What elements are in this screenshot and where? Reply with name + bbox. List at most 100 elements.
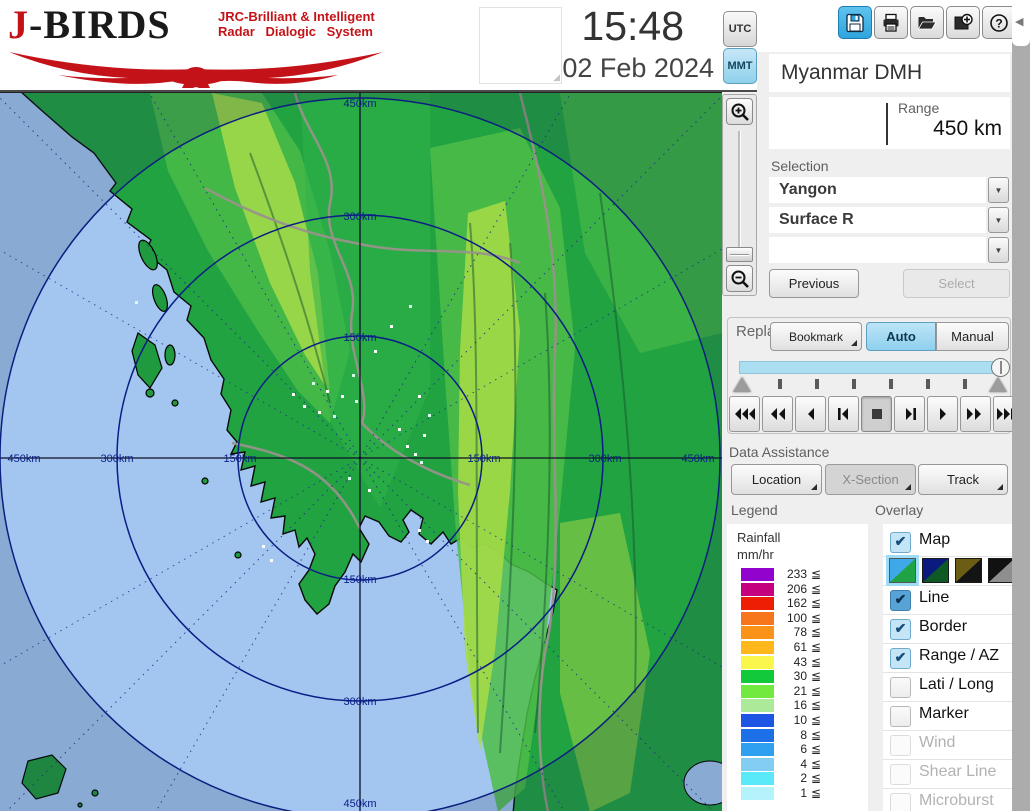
rain-echo bbox=[418, 529, 421, 532]
overlay-row-lati-long: Lati / Long bbox=[883, 673, 1012, 702]
chevron-down-icon: ▼ bbox=[995, 186, 1003, 195]
replay-range-end-marker[interactable] bbox=[989, 377, 1007, 392]
zoom-in-icon bbox=[730, 102, 750, 122]
jbirds-application: J-BIRDS JRC-Brilliant & Intelligent Rada… bbox=[0, 0, 1030, 811]
range-ring-label: 150km bbox=[223, 453, 256, 465]
legend-label: Legend bbox=[731, 502, 778, 518]
legend-value: 100 bbox=[773, 611, 807, 625]
zoom-slider-track[interactable] bbox=[738, 131, 741, 251]
transport-controls bbox=[729, 396, 1024, 432]
skip-to-start-icon bbox=[733, 406, 757, 422]
x-section-button[interactable]: X-Section bbox=[825, 464, 916, 495]
play-reverse-button[interactable] bbox=[795, 396, 826, 432]
border-checkbox[interactable]: ✔ bbox=[890, 619, 911, 640]
legend-color-swatch bbox=[741, 597, 774, 610]
rain-echo bbox=[423, 434, 426, 437]
auto-mode-button[interactable]: Auto bbox=[866, 322, 936, 351]
range-ring-label: 450km bbox=[681, 453, 714, 465]
rain-echo bbox=[348, 477, 351, 480]
site-dropdown-button[interactable]: ▼ bbox=[988, 177, 1009, 203]
play-button[interactable] bbox=[927, 396, 958, 432]
range-ring-label: 450km bbox=[343, 98, 376, 110]
map-style-swatches bbox=[883, 557, 1012, 586]
rain-echo bbox=[368, 489, 371, 492]
overlay-item-label: Lati / Long bbox=[919, 676, 994, 694]
replay-slider-thumb[interactable] bbox=[991, 358, 1010, 377]
previous-button[interactable]: Previous bbox=[769, 269, 859, 298]
step-back-button[interactable] bbox=[828, 396, 859, 432]
logo-tagline-1: JRC-Brilliant & Intelligent bbox=[218, 10, 375, 24]
rain-echo bbox=[406, 445, 409, 448]
zoom-in-button[interactable] bbox=[726, 98, 753, 125]
overlay-row-map: ✔ Map bbox=[883, 528, 1012, 557]
utc-button[interactable]: UTC bbox=[723, 11, 757, 47]
fast-rewind-icon bbox=[766, 406, 790, 422]
fast-forward-button[interactable] bbox=[960, 396, 991, 432]
print-button[interactable] bbox=[874, 6, 908, 39]
chevron-down-icon: ▼ bbox=[995, 246, 1003, 255]
map-checkbox[interactable]: ✔ bbox=[890, 532, 911, 553]
step-forward-button[interactable] bbox=[894, 396, 925, 432]
option-dropdown-value[interactable] bbox=[769, 237, 986, 263]
select-button[interactable]: Select bbox=[903, 269, 1010, 298]
stop-button[interactable] bbox=[861, 396, 892, 432]
open-folder-button[interactable] bbox=[910, 6, 944, 39]
line-checkbox[interactable]: ✔ bbox=[890, 590, 911, 611]
map-style-3[interactable] bbox=[955, 558, 982, 583]
help-button[interactable]: ? bbox=[982, 6, 1016, 39]
overlay-row-line: ✔Line bbox=[883, 586, 1012, 615]
map-style-2[interactable] bbox=[922, 558, 949, 583]
map-style-4[interactable] bbox=[988, 558, 1015, 583]
slider-tick bbox=[852, 379, 856, 389]
site-dropdown-value[interactable]: Yangon bbox=[769, 177, 986, 203]
replay-range-start-marker[interactable] bbox=[733, 377, 751, 392]
range-ring-label: 300km bbox=[343, 696, 376, 708]
slider-tick bbox=[889, 379, 893, 389]
save-button[interactable] bbox=[838, 6, 872, 39]
legend-value: 43 bbox=[773, 655, 807, 669]
play-reverse-icon bbox=[799, 406, 823, 422]
legend-title: Rainfall bbox=[737, 530, 780, 545]
lati-long-checkbox[interactable] bbox=[890, 677, 911, 698]
product-dropdown-value[interactable]: Surface R bbox=[769, 207, 986, 233]
radar-map[interactable]: 450km300km150km150km300km450km450km300km… bbox=[0, 93, 722, 811]
mmt-button[interactable]: MMT bbox=[723, 48, 757, 84]
range-ring-label: 150km bbox=[467, 453, 500, 465]
legend-operator: ≦ bbox=[811, 771, 821, 785]
print-icon bbox=[881, 13, 901, 33]
add-image-button[interactable] bbox=[946, 6, 980, 39]
fast-rewind-button[interactable] bbox=[762, 396, 793, 432]
legend-value: 10 bbox=[773, 713, 807, 727]
zoom-out-icon bbox=[730, 269, 750, 289]
legend-operator: ≦ bbox=[811, 625, 821, 639]
rain-echo bbox=[341, 395, 344, 398]
legend-entry: 61≦ bbox=[727, 640, 868, 654]
bookmark-button[interactable]: Bookmark bbox=[770, 322, 862, 351]
legend-value: 233 bbox=[773, 567, 807, 581]
location-button[interactable]: Location bbox=[731, 464, 822, 495]
legend-color-swatch bbox=[741, 583, 774, 596]
skip-to-start-button[interactable] bbox=[729, 396, 760, 432]
selection-label: Selection bbox=[771, 158, 829, 174]
option-dropdown-button[interactable]: ▼ bbox=[988, 237, 1009, 263]
product-dropdown-button[interactable]: ▼ bbox=[988, 207, 1009, 233]
manual-mode-button[interactable]: Manual bbox=[936, 322, 1009, 351]
map-style-1[interactable] bbox=[889, 558, 916, 583]
overlay-item-label: Map bbox=[919, 531, 950, 549]
slider-tick bbox=[926, 379, 930, 389]
track-button[interactable]: Track bbox=[918, 464, 1008, 495]
header: J-BIRDS JRC-Brilliant & Intelligent Rada… bbox=[0, 0, 757, 92]
legend-operator: ≦ bbox=[811, 713, 821, 727]
legend-operator: ≦ bbox=[811, 684, 821, 698]
zoom-slider-thumb[interactable] bbox=[726, 247, 753, 262]
microburst-checkbox bbox=[890, 793, 911, 811]
marker-checkbox[interactable] bbox=[890, 706, 911, 727]
zoom-out-button[interactable] bbox=[726, 265, 753, 292]
clock-date: 02 Feb 2024 bbox=[548, 50, 714, 88]
help-icon: ? bbox=[989, 13, 1009, 33]
legend-entry: 16≦ bbox=[727, 698, 868, 712]
range-az-checkbox[interactable]: ✔ bbox=[890, 648, 911, 669]
replay-slider-track[interactable] bbox=[739, 361, 1003, 374]
radar-map-area[interactable]: 450km300km150km150km300km450km450km300km… bbox=[0, 92, 722, 811]
legend-value: 6 bbox=[773, 742, 807, 756]
